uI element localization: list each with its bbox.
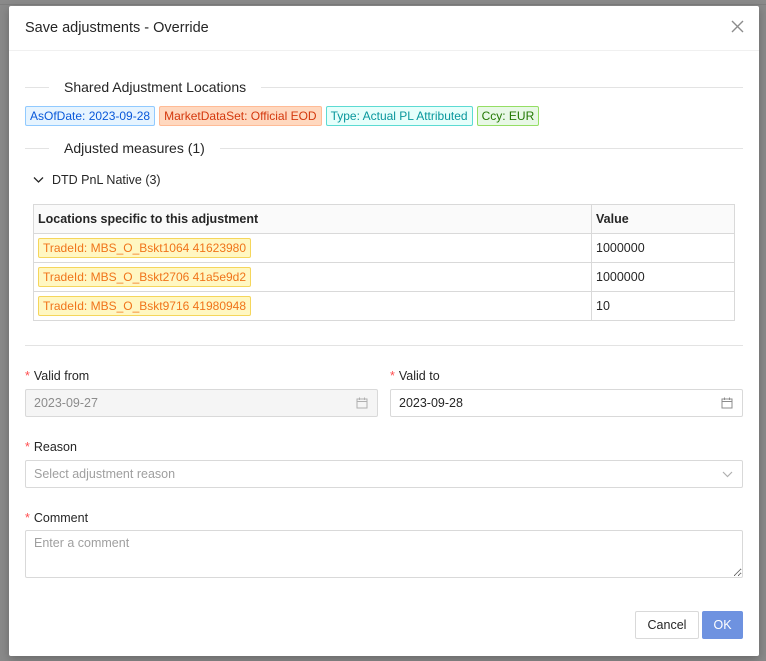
table-header-row: Locations specific to this adjustment Va… — [33, 204, 735, 234]
required-mark: * — [25, 440, 30, 454]
modal-header: Save adjustments - Override — [9, 6, 759, 51]
chevron-down-icon — [33, 172, 44, 187]
ok-button[interactable]: OK — [702, 611, 743, 639]
calendar-icon — [355, 396, 369, 410]
tag-type: Type: Actual PL Attributed — [325, 106, 473, 126]
valid-from-date-picker[interactable]: 2023-09-27 — [25, 389, 378, 417]
valid-from-value: 2023-09-27 — [34, 396, 98, 410]
modal-title: Save adjustments - Override — [25, 20, 209, 36]
reason-label: * Reason — [25, 440, 77, 454]
required-mark: * — [25, 369, 30, 383]
trade-id-tag: TradeId: MBS_O_Bskt1064 41623980 — [38, 238, 252, 258]
value-cell: 1000000 — [591, 262, 735, 292]
comment-label: * Comment — [25, 511, 89, 525]
tag-ccy: Ccy: EUR — [476, 106, 540, 126]
column-header-locations: Locations specific to this adjustment — [33, 204, 592, 234]
required-mark: * — [390, 369, 395, 383]
reason-select[interactable]: Select adjustment reason — [25, 460, 743, 488]
adjusted-measures-title: Adjusted measures (1) — [64, 140, 205, 156]
valid-to-label: * Valid to — [390, 369, 440, 383]
cancel-button[interactable]: Cancel — [635, 611, 699, 639]
backdrop-line — [0, 4, 766, 5]
reason-placeholder: Select adjustment reason — [34, 467, 176, 481]
valid-to-value: 2023-09-28 — [399, 396, 463, 410]
tag-marketdataset: MarketDataSet: Official EOD — [159, 106, 322, 126]
section-divider — [25, 345, 743, 346]
table-row: TradeId: MBS_O_Bskt1064 41623980 1000000 — [33, 233, 735, 263]
calendar-icon — [720, 396, 734, 410]
shared-locations-tags: AsOfDate: 2023-09-28 MarketDataSet: Offi… — [25, 106, 540, 126]
table-row: TradeId: MBS_O_Bskt9716 41980948 10 — [33, 291, 735, 321]
trade-id-tag: TradeId: MBS_O_Bskt2706 41a5e9d2 — [38, 267, 252, 287]
value-cell: 1000000 — [591, 233, 735, 263]
location-cell: TradeId: MBS_O_Bskt2706 41a5e9d2 — [33, 262, 592, 292]
adjustment-locations-table: Locations specific to this adjustment Va… — [33, 204, 735, 321]
shared-locations-divider: Shared Adjustment Locations — [25, 77, 743, 97]
location-cell: TradeId: MBS_O_Bskt1064 41623980 — [33, 233, 592, 263]
required-mark: * — [25, 511, 30, 525]
shared-locations-title: Shared Adjustment Locations — [64, 79, 247, 95]
comment-textarea[interactable] — [25, 530, 743, 578]
valid-from-label: * Valid from — [25, 369, 90, 383]
location-cell: TradeId: MBS_O_Bskt9716 41980948 — [33, 291, 592, 321]
chevron-down-icon — [720, 467, 734, 481]
trade-id-tag: TradeId: MBS_O_Bskt9716 41980948 — [38, 296, 252, 316]
measure-group-toggle[interactable]: DTD PnL Native (3) — [33, 172, 161, 187]
table-row: TradeId: MBS_O_Bskt2706 41a5e9d2 1000000 — [33, 262, 735, 292]
close-icon — [731, 20, 744, 36]
tag-asofdate: AsOfDate: 2023-09-28 — [25, 106, 156, 126]
value-cell: 10 — [591, 291, 735, 321]
column-header-value: Value — [591, 204, 735, 234]
close-button[interactable] — [727, 18, 747, 38]
valid-to-date-picker[interactable]: 2023-09-28 — [390, 389, 743, 417]
adjusted-measures-divider: Adjusted measures (1) — [25, 138, 743, 158]
measure-group-label: DTD PnL Native (3) — [52, 172, 161, 187]
save-adjustments-modal: Save adjustments - Override Shared Adjus… — [9, 6, 759, 656]
